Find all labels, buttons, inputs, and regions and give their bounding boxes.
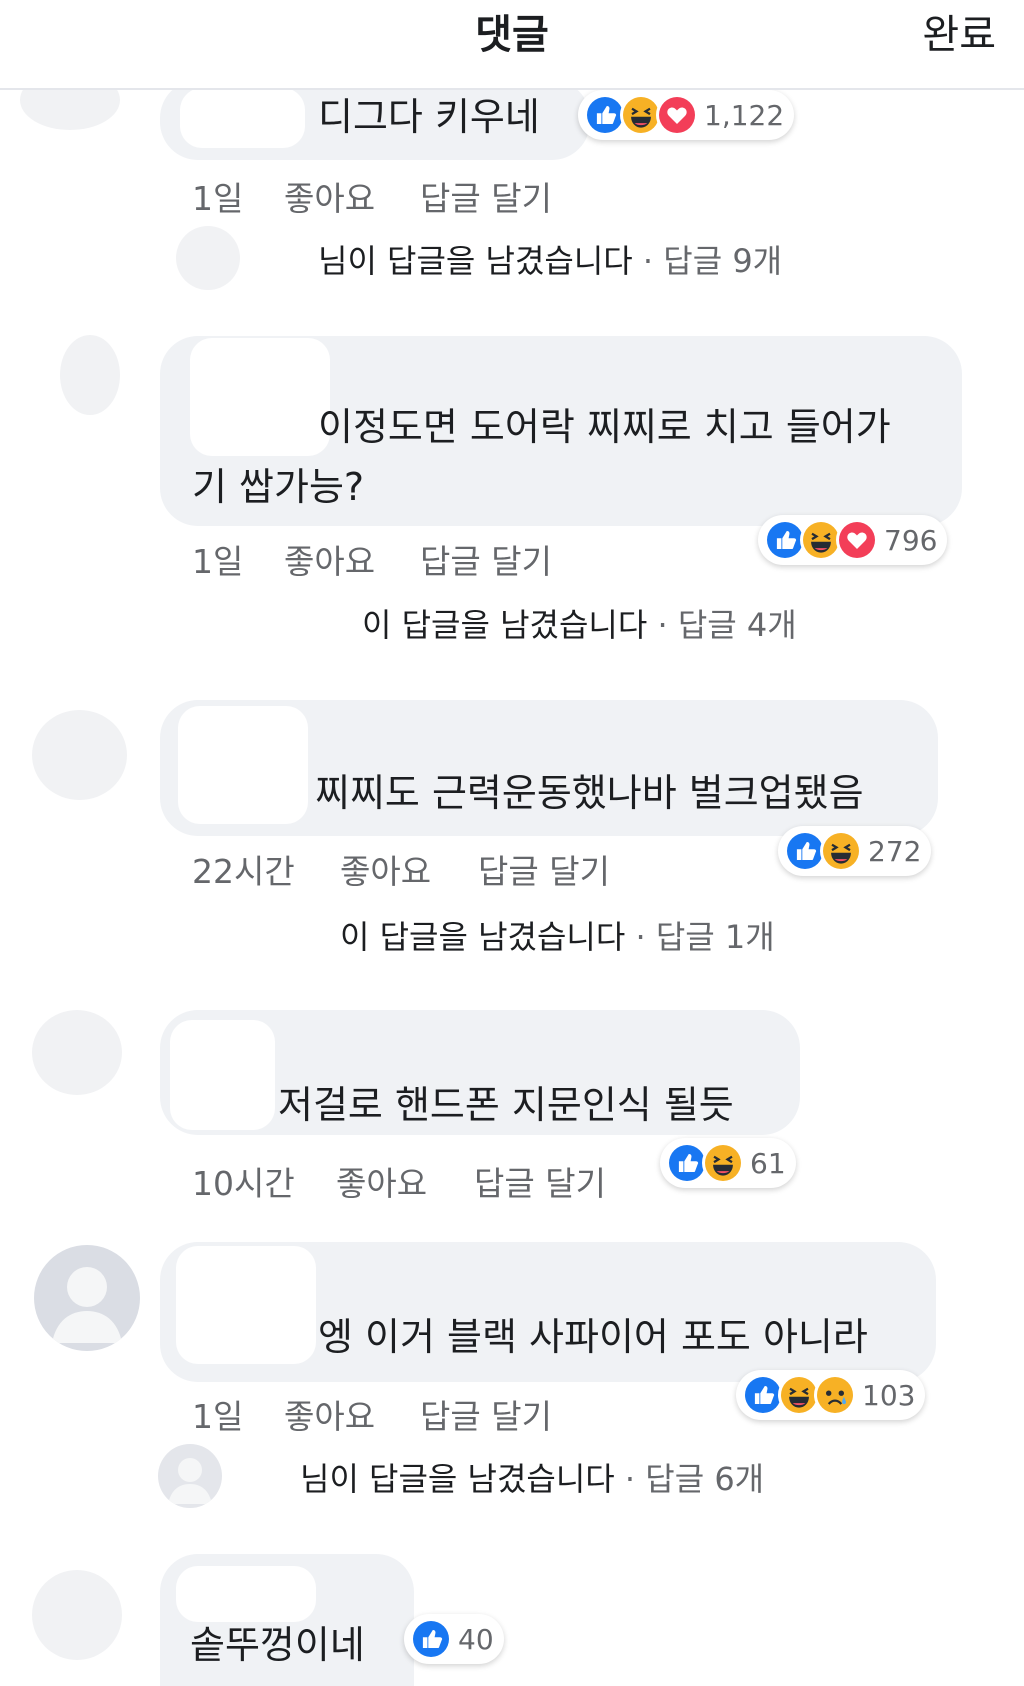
sad-face-icon — [814, 1374, 856, 1416]
done-button[interactable]: 완료 — [922, 2, 996, 60]
timestamp: 1일 — [192, 1397, 244, 1436]
like-button[interactable]: 좋아요 — [284, 535, 375, 583]
reply-button[interactable]: 답글 달기 — [474, 1157, 606, 1205]
like-button[interactable]: 좋아요 — [340, 845, 431, 893]
reply-count[interactable]: 답글 6개 — [645, 1460, 764, 1498]
reply-summary-row[interactable]: 님이 답글을 남겼습니다 · 답글 6개 — [300, 1454, 764, 1500]
separator-dot: · — [624, 1460, 646, 1498]
reply-button[interactable]: 답글 달기 — [420, 172, 552, 220]
reply-summary-row[interactable]: 이 답글을 남겼습니다 · 답글 4개 — [362, 600, 797, 646]
redacted-name — [176, 1246, 316, 1364]
reaction-count: 796 — [884, 523, 938, 557]
reply-button[interactable]: 답글 달기 — [420, 1390, 552, 1438]
comment-text: 솥뚜껑이네 — [190, 1623, 365, 1667]
reply-button[interactable]: 답글 달기 — [478, 845, 610, 893]
header-bar: 댓글 완료 — [0, 0, 1024, 90]
avatar[interactable] — [32, 1570, 122, 1660]
reaction-summary[interactable]: 40 — [404, 1614, 504, 1664]
thumbs-up-icon — [410, 1618, 452, 1660]
comment-text-line2: 기 쌉가능? — [192, 465, 365, 509]
reply-summary-text: 님이 답글을 남겼습니다 — [300, 1460, 615, 1498]
reaction-summary[interactable]: 103 — [736, 1370, 926, 1420]
reaction-summary[interactable]: 272 — [778, 826, 932, 876]
laughing-face-icon — [820, 830, 862, 872]
separator-dot: · — [657, 606, 678, 644]
reaction-count: 61 — [750, 1146, 786, 1180]
like-button[interactable]: 좋아요 — [336, 1157, 427, 1205]
reply-summary-row[interactable]: 이 답글을 남겼습니다 · 답글 1개 — [340, 912, 775, 958]
reaction-summary[interactable]: 796 — [758, 515, 948, 565]
like-button[interactable]: 좋아요 — [284, 172, 375, 220]
timestamp: 10시간 — [192, 1164, 295, 1203]
page-title: 댓글 — [475, 12, 549, 58]
reply-avatar — [158, 1444, 222, 1508]
avatar[interactable] — [34, 1245, 140, 1351]
redacted-name — [190, 338, 330, 456]
heart-icon — [656, 94, 698, 136]
comment-text: 저걸로 핸드폰 지문인식 될듯 — [278, 1083, 734, 1127]
separator-dot: · — [635, 918, 656, 956]
reply-summary-row[interactable]: 님이 답글을 남겼습니다 · 답글 9개 — [318, 236, 782, 282]
like-button[interactable]: 좋아요 — [284, 1390, 375, 1438]
comment-text: 이정도면 도어락 찌찌로 치고 들어가 — [318, 405, 891, 449]
reply-summary-text: 이 답글을 남겼습니다 — [362, 606, 648, 644]
reaction-summary[interactable]: 61 — [660, 1138, 796, 1188]
comment-text: 디그다 키우네 — [318, 95, 540, 139]
reaction-count: 1,122 — [704, 98, 785, 132]
timestamp: 22시간 — [192, 852, 295, 891]
avatar[interactable] — [60, 335, 120, 415]
timestamp: 1일 — [192, 179, 244, 218]
timestamp: 1일 — [192, 542, 244, 581]
heart-icon — [836, 519, 878, 561]
reaction-count: 272 — [868, 834, 922, 868]
redacted-name — [180, 88, 305, 148]
comment-text: 찌찌도 근력운동했나바 벌크업됐음 — [315, 771, 864, 815]
redacted-name — [176, 1566, 316, 1622]
redacted-name — [170, 1020, 275, 1130]
reply-count[interactable]: 답글 1개 — [656, 918, 775, 956]
comment-text: 엥 이거 블랙 사파이어 포도 아니라 — [318, 1315, 868, 1359]
avatar[interactable] — [32, 710, 127, 800]
avatar[interactable] — [32, 1010, 122, 1095]
laughing-face-icon — [702, 1142, 744, 1184]
reply-count[interactable]: 답글 4개 — [678, 606, 797, 644]
reply-count[interactable]: 답글 9개 — [663, 242, 782, 280]
separator-dot: · — [642, 242, 664, 280]
reply-avatar — [176, 226, 240, 290]
reply-summary-text: 님이 답글을 남겼습니다 — [318, 242, 633, 280]
reaction-summary[interactable]: 1,122 — [578, 90, 795, 140]
reaction-count: 103 — [862, 1378, 916, 1412]
reply-button[interactable]: 답글 달기 — [420, 535, 552, 583]
redacted-name — [178, 706, 308, 824]
reaction-count: 40 — [458, 1622, 494, 1656]
reply-summary-text: 이 답글을 남겼습니다 — [340, 918, 626, 956]
